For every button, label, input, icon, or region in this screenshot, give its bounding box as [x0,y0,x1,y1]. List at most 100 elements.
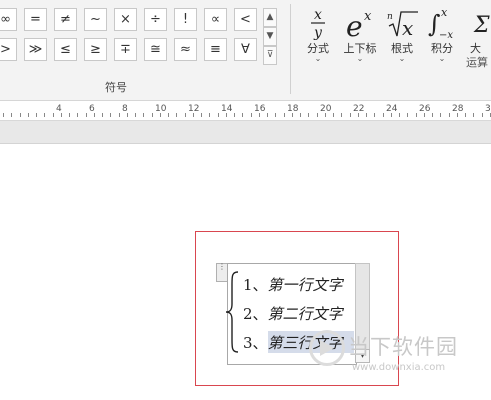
symbol-tilde[interactable]: ~ [84,8,107,31]
ruler-tick [424,113,425,117]
ruler-tick [317,113,318,117]
ruler-tick [160,113,161,117]
ruler-tick [457,113,458,117]
sigma-icon: Σ [466,6,491,40]
svg-text:x: x [364,9,372,24]
fraction-button[interactable]: x y 分式 ⌄ [302,2,334,72]
integral-button[interactable]: ∫ x −x 积分 ⌄ [426,2,458,72]
ruler-tick [325,113,326,117]
symbol-less-equal[interactable]: ≤ [54,38,77,61]
ruler-tick [135,113,136,117]
line-text: 第二行文字 [267,305,343,323]
ruler-tick [86,113,87,117]
ruler-tick [242,113,243,117]
horizontal-ruler: 4681012141618202224262830 [0,101,491,121]
radical-button[interactable]: n x 根式 ⌄ [385,2,419,72]
symbol-equals[interactable]: = [24,8,47,31]
ruler-tick [209,113,210,117]
line-number: 3、 [243,334,268,352]
superscript-icon: e x [340,6,380,43]
gallery-more-button[interactable]: ⊽ [263,46,277,65]
symbol-not-equal[interactable]: ≠ [54,8,77,31]
svg-text:−x: −x [439,30,453,40]
watermark-url: www.downxia.com [352,362,446,373]
symbol-divide[interactable]: ÷ [144,8,167,31]
symbol-greater-equal[interactable]: ≥ [84,38,107,61]
symbol-greater-than[interactable]: > [0,38,17,61]
group-separator [290,4,291,94]
ruler-tick [251,113,252,117]
gallery-scroll-up-button[interactable]: ▲ [263,8,277,27]
svg-text:x: x [441,6,448,19]
ruler-tick [374,113,375,117]
ruler-tick [36,113,37,117]
ruler-tick [77,113,78,117]
page-gap [0,121,491,144]
ruler-tick [350,113,351,117]
symbol-much-greater[interactable]: ≫ [24,38,47,61]
ruler-tick [432,113,433,117]
ruler-tick [102,113,103,117]
watermark-logo-icon [309,330,345,366]
ruler-tick [176,113,177,117]
ruler-tick [53,113,54,117]
symbol-factorial[interactable]: ! [174,8,197,31]
ruler-tick [44,113,45,117]
svg-text:Σ: Σ [473,13,490,38]
chevron-down-icon: ⌄ [314,54,322,63]
symbol-less-than[interactable]: < [234,8,257,31]
symbol-approx[interactable]: ≈ [174,38,197,61]
svg-text:e: e [346,10,363,40]
symbol-infinity[interactable]: ∞ [0,8,17,31]
svg-text:n: n [387,12,393,22]
fraction-icon: x y [302,6,334,41]
ruler-tick [226,113,227,117]
ruler-tick [193,113,194,117]
ruler-tick [168,113,169,117]
integral-icon: ∫ x −x [426,6,458,41]
large-operator-button[interactable]: Σ 大 运算 [466,2,491,72]
ruler-tick [218,113,219,117]
ruler-tick [383,113,384,117]
symbol-proportional[interactable]: ∝ [204,8,227,31]
ruler-tick [20,113,21,117]
ruler-tick [333,113,334,117]
ribbon: ∞ = ≠ ~ × ÷ ! ∝ < > ≫ ≤ ≥ ∓ ≅ ≈ ≡ ∀ ▲ ▼ … [0,0,491,101]
script-button[interactable]: e x 上下标 ⌄ [340,2,380,72]
svg-text:x: x [314,7,322,23]
equation-line-2[interactable]: 2、第二行文字 [243,303,343,324]
ruler-tick [292,113,293,117]
ruler-tick [119,113,120,117]
ruler-tick [3,113,4,117]
ruler-tick [185,113,186,117]
ruler-tick [28,113,29,117]
gallery-scroll-down-button[interactable]: ▼ [263,27,277,46]
chevron-down-icon: ⌄ [398,54,406,63]
ruler-tick [267,113,268,117]
ruler-tick [69,113,70,117]
ruler-tick [341,113,342,117]
watermark-text: 当下软件园 [348,335,458,359]
svg-text:x: x [402,16,413,40]
ruler-tick [449,113,450,117]
ruler-tick [127,113,128,117]
symbol-identical[interactable]: ≡ [204,38,227,61]
symbol-group-label: 符号 [105,81,127,94]
ruler-tick [259,113,260,117]
symbol-times[interactable]: × [114,8,137,31]
symbol-for-all[interactable]: ∀ [234,38,257,61]
line-number: 1、 [243,276,268,294]
left-brace-icon [225,271,239,353]
ruler-tick [143,113,144,117]
ruler-tick [391,113,392,117]
ruler-tick [284,113,285,117]
ruler-tick [358,113,359,117]
ruler-tick [152,113,153,117]
ruler-tick [465,113,466,117]
line-number: 2、 [243,305,268,323]
symbol-minus-plus[interactable]: ∓ [114,38,137,61]
equation-line-1[interactable]: 1、第一行文字 [243,274,343,295]
ruler-tick [11,113,12,117]
symbol-congruent[interactable]: ≅ [144,38,167,61]
line-text: 第一行文字 [267,276,343,294]
